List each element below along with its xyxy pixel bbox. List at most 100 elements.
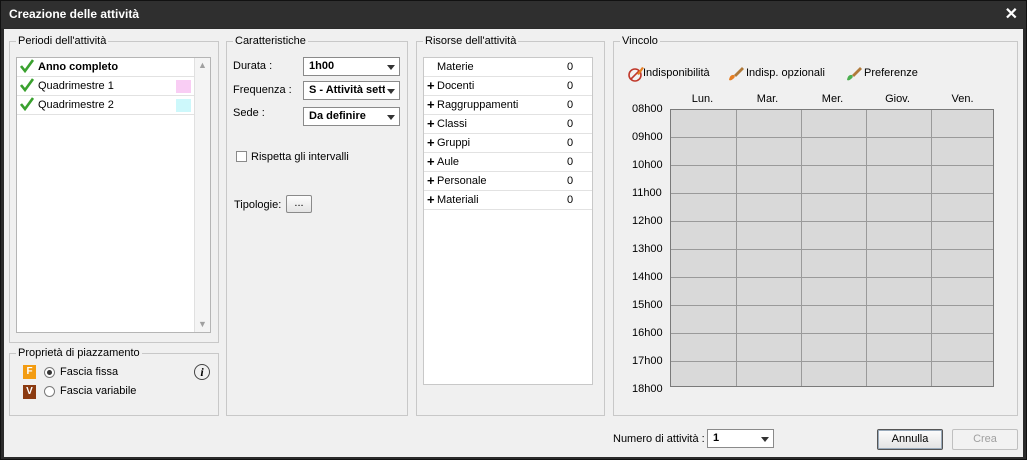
- resource-row-materiali[interactable]: + Materiali 0: [424, 191, 592, 210]
- close-icon[interactable]: ✕: [1005, 1, 1018, 28]
- vincolo-group: Vincolo Indisponibilità Indisp. opzional…: [613, 35, 1018, 416]
- tool-label: Indisponibilità: [643, 67, 710, 79]
- hour-label: 10h00: [632, 159, 663, 171]
- frequenza-select[interactable]: S - Attività settimanale: [303, 81, 400, 100]
- rispetta-intervalli-label: Rispetta gli intervalli: [251, 151, 349, 163]
- scroll-down-icon[interactable]: ▼: [195, 317, 210, 331]
- info-icon[interactable]: i: [194, 364, 210, 380]
- grid-line: [671, 165, 993, 166]
- day-header: Mar.: [756, 93, 779, 105]
- expand-plus-icon[interactable]: +: [427, 134, 435, 152]
- chevron-down-icon: [387, 65, 395, 70]
- expand-plus-icon[interactable]: +: [427, 153, 435, 171]
- grid-line: [671, 193, 993, 194]
- expand-plus-icon[interactable]: +: [427, 172, 435, 190]
- tipologie-label: Tipologie:: [234, 199, 282, 211]
- hour-label: 14h00: [632, 271, 663, 283]
- grid-line: [671, 361, 993, 362]
- day-header: Ven.: [951, 93, 974, 105]
- schedule-grid[interactable]: [670, 109, 994, 387]
- green-check-icon: [20, 97, 34, 111]
- resource-count: 0: [567, 194, 574, 206]
- fascia-variabile-label: Fascia variabile: [60, 385, 137, 397]
- periodi-legend: Periodi dell'attività: [16, 35, 109, 48]
- resource-name: Materiali: [437, 194, 479, 206]
- resource-name: Materie: [437, 61, 474, 73]
- resource-row-materie[interactable]: Materie 0: [424, 58, 592, 77]
- green-check-icon: [20, 59, 34, 73]
- resource-count: 0: [567, 118, 574, 130]
- list-item-quadrimestre-2[interactable]: Quadrimestre 2: [17, 96, 195, 115]
- risorse-list: Materie 0 + Docenti 0 + Raggruppamenti 0…: [423, 57, 593, 385]
- orange-brush-icon: [729, 67, 744, 81]
- proprieta-group: Proprietà di piazzamento F Fascia fissa …: [9, 347, 219, 416]
- fascia-variabile-radio[interactable]: [44, 386, 55, 397]
- periodi-scrollbar[interactable]: ▲ ▼: [194, 58, 210, 332]
- expand-plus-icon[interactable]: +: [427, 115, 435, 133]
- rispetta-intervalli-checkbox[interactable]: [236, 151, 247, 162]
- green-brush-icon: [847, 67, 862, 81]
- hour-label: 17h00: [632, 355, 663, 367]
- indisponibilita-tool[interactable]: Indisponibilità: [627, 64, 717, 82]
- period-label: Anno completo: [38, 61, 119, 73]
- grid-line: [671, 277, 993, 278]
- tool-label: Preferenze: [864, 67, 918, 79]
- dialog-body: Periodi dell'attività Anno completo Quad…: [4, 29, 1023, 457]
- indisp-opzionali-tool[interactable]: Indisp. opzionali: [727, 64, 832, 82]
- grid-line: [671, 221, 993, 222]
- expand-plus-icon[interactable]: +: [427, 96, 435, 114]
- resource-row-raggruppamenti[interactable]: + Raggruppamenti 0: [424, 96, 592, 115]
- hour-label: 15h00: [632, 299, 663, 311]
- crea-button[interactable]: Crea: [952, 429, 1018, 450]
- grid-line: [736, 110, 737, 386]
- expand-plus-icon[interactable]: +: [427, 77, 435, 95]
- scroll-up-icon[interactable]: ▲: [195, 58, 210, 72]
- resource-row-docenti[interactable]: + Docenti 0: [424, 77, 592, 96]
- resource-row-gruppi[interactable]: + Gruppi 0: [424, 134, 592, 153]
- hour-label: 13h00: [632, 243, 663, 255]
- grid-line: [801, 110, 802, 386]
- fascia-fissa-radio[interactable]: [44, 367, 55, 378]
- numero-attivita-select[interactable]: 1: [707, 429, 774, 448]
- resource-count: 0: [567, 99, 574, 111]
- tool-label: Indisp. opzionali: [746, 67, 825, 79]
- resource-count: 0: [567, 175, 574, 187]
- resource-count: 0: [567, 137, 574, 149]
- period-color-swatch: [176, 99, 191, 112]
- list-item-quadrimestre-1[interactable]: Quadrimestre 1: [17, 77, 195, 96]
- day-header: Giov.: [885, 93, 910, 105]
- period-color-swatch: [176, 80, 191, 93]
- caratteristiche-legend: Caratteristiche: [233, 35, 308, 48]
- frequenza-label: Frequenza :: [233, 84, 292, 96]
- fascia-variabile-badge: V: [23, 385, 36, 399]
- resource-row-aule[interactable]: + Aule 0: [424, 153, 592, 172]
- resource-count: 0: [567, 61, 574, 73]
- grid-line: [671, 333, 993, 334]
- proprieta-legend: Proprietà di piazzamento: [16, 347, 142, 360]
- frequenza-value: S - Attività settimanale: [309, 84, 385, 96]
- resource-count: 0: [567, 156, 574, 168]
- hour-label: 09h00: [632, 131, 663, 143]
- vincolo-legend: Vincolo: [620, 35, 660, 48]
- resource-name: Aule: [437, 156, 460, 168]
- expand-plus-icon[interactable]: +: [427, 191, 435, 209]
- hour-label: 18h00: [632, 383, 663, 395]
- durata-select[interactable]: 1h00: [303, 57, 400, 76]
- fascia-fissa-label: Fascia fissa: [60, 366, 119, 378]
- hour-label: 16h00: [632, 327, 663, 339]
- risorse-group: Risorse dell'attività Materie 0 + Docent…: [416, 35, 605, 416]
- preferenze-tool[interactable]: Preferenze: [845, 64, 930, 82]
- chevron-down-icon: [387, 89, 395, 94]
- resource-row-personale[interactable]: + Personale 0: [424, 172, 592, 191]
- day-header: Lun.: [691, 93, 714, 105]
- period-label: Quadrimestre 2: [38, 99, 114, 111]
- tipologie-button[interactable]: ...: [286, 195, 312, 213]
- periodi-list: Anno completo Quadrimestre 1 Quadrimestr…: [16, 57, 211, 333]
- annulla-button[interactable]: Annulla: [877, 429, 943, 450]
- hour-label: 08h00: [632, 103, 663, 115]
- grid-line: [866, 110, 867, 386]
- hour-label: 12h00: [632, 215, 663, 227]
- list-item-anno-completo[interactable]: Anno completo: [17, 58, 195, 77]
- sede-select[interactable]: Da definire: [303, 107, 400, 126]
- resource-row-classi[interactable]: + Classi 0: [424, 115, 592, 134]
